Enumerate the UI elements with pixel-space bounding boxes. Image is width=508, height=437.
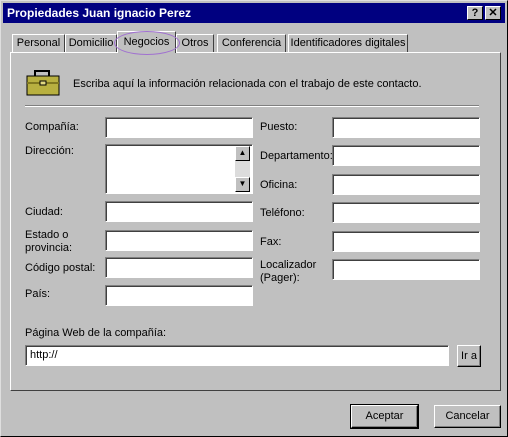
- go-button[interactable]: Ir a: [457, 345, 481, 367]
- tab-otros[interactable]: Otros: [176, 34, 214, 52]
- web-label: Página Web de la compañía:: [25, 327, 167, 339]
- scroll-up-icon[interactable]: ▲: [235, 146, 250, 161]
- state-field[interactable]: [105, 230, 253, 251]
- cancel-button[interactable]: Cancelar: [434, 405, 501, 428]
- header-description: Escriba aquí la información relacionada …: [73, 78, 422, 90]
- header-separator: [25, 105, 479, 107]
- postal-label: Código postal:: [25, 262, 96, 274]
- city-field[interactable]: [105, 201, 253, 222]
- tab-domicilio[interactable]: Domicilio: [65, 34, 117, 52]
- office-field[interactable]: [332, 174, 480, 195]
- tab-label: Identificadores digitales: [290, 37, 406, 49]
- country-field[interactable]: [105, 285, 253, 306]
- tab-label: Otros: [181, 37, 209, 49]
- tab-negocios[interactable]: Negocios: [114, 31, 180, 55]
- ok-button[interactable]: Aceptar: [350, 404, 419, 429]
- help-button[interactable]: ?: [467, 6, 483, 20]
- tab-label: Personal: [16, 37, 61, 49]
- tab-personal[interactable]: Personal: [12, 34, 65, 52]
- state-label-line2: provincia:: [25, 242, 73, 254]
- state-label-line1: Estado o: [25, 229, 69, 241]
- fax-field[interactable]: [332, 231, 480, 252]
- city-label: Ciudad:: [25, 206, 63, 218]
- tab-label: Domicilio: [68, 37, 114, 49]
- job-label: Puesto:: [260, 121, 298, 133]
- web-url-field[interactable]: http://: [25, 345, 449, 366]
- company-label: Compañía:: [25, 121, 79, 133]
- pager-label-line2: (Pager):: [260, 272, 300, 284]
- tab-identificadores[interactable]: Identificadores digitales: [288, 34, 408, 52]
- window-title: Propiedades Juan ignacio Perez: [7, 6, 192, 20]
- company-field[interactable]: [105, 117, 253, 138]
- tab-label: Conferencia: [221, 37, 282, 49]
- close-button[interactable]: ✕: [485, 6, 501, 20]
- address-label: Dirección:: [25, 145, 74, 157]
- pager-label-line1: Localizador: [260, 259, 317, 271]
- scroll-down-icon[interactable]: ▼: [235, 177, 250, 192]
- department-label: Departamento:: [260, 150, 333, 162]
- pager-field[interactable]: [332, 259, 480, 280]
- postal-field[interactable]: [105, 257, 253, 278]
- title-bar[interactable]: Propiedades Juan ignacio Perez ? ✕: [3, 3, 505, 23]
- country-label: País:: [25, 288, 51, 300]
- address-field[interactable]: [105, 144, 253, 194]
- job-field[interactable]: [332, 117, 480, 138]
- phone-field[interactable]: [332, 202, 480, 223]
- properties-dialog: Propiedades Juan ignacio Perez ? ✕ Perso…: [0, 0, 508, 437]
- office-label: Oficina:: [260, 179, 298, 191]
- tab-highlight-oval: [114, 31, 180, 55]
- briefcase-icon: [25, 69, 61, 97]
- department-field[interactable]: [332, 145, 480, 166]
- address-scrollbar[interactable]: ▲ ▼: [235, 146, 250, 192]
- tab-conferencia[interactable]: Conferencia: [217, 34, 286, 52]
- phone-label: Teléfono:: [260, 207, 305, 219]
- fax-label: Fax:: [260, 236, 282, 248]
